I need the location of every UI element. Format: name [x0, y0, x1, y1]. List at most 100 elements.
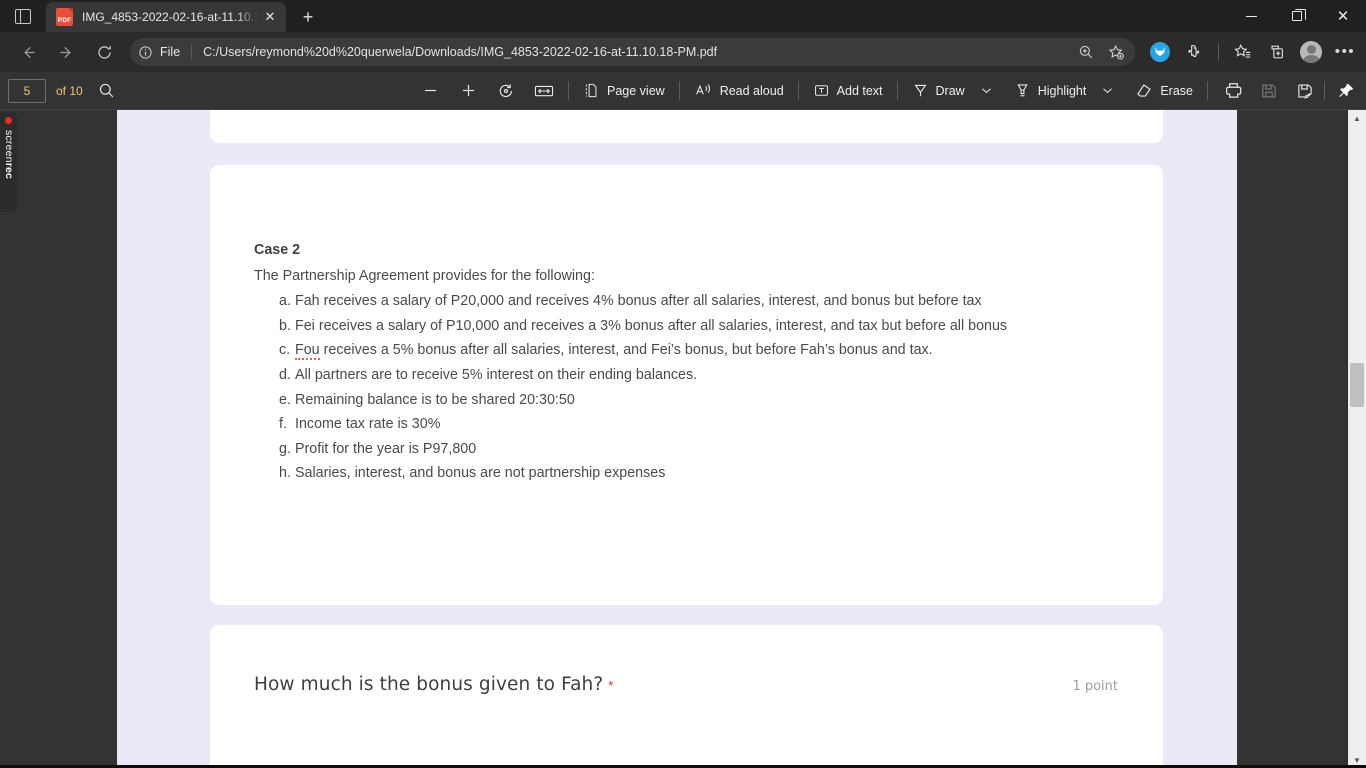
pdf-toolbar: of 10 Page view [0, 72, 1366, 110]
read-aloud-button[interactable]: Read aloud [685, 77, 793, 105]
list-item-marker: e. [279, 391, 291, 408]
highlight-options-chevron[interactable] [1095, 77, 1120, 105]
list-item-marker: d. [279, 366, 291, 383]
scrollbar-thumb[interactable] [1350, 363, 1364, 407]
pdf-page-5: Case 2 The Partnership Agreement provide… [117, 110, 1237, 768]
screenrec-label: screenrec [2, 130, 15, 179]
toolbar-divider [1324, 81, 1325, 100]
restore-icon [1292, 8, 1306, 21]
list-item: f. Income tax rate is 30% [254, 412, 1163, 437]
back-button[interactable] [12, 36, 44, 68]
rotate-button[interactable] [492, 77, 520, 105]
agreement-terms-list: a. Fah receives a salary of P20,000 and … [254, 289, 1163, 486]
restore-window-button[interactable] [1274, 0, 1320, 32]
form-card-case-2: Case 2 The Partnership Agreement provide… [210, 165, 1163, 605]
zoom-magnifier-icon [1079, 45, 1093, 59]
save-as-button[interactable] [1291, 77, 1319, 105]
browser-tab[interactable]: PDF IMG_4853-2022-02-16-at-11.10.18-PM.p… [46, 2, 286, 32]
window-controls: ✕ [1228, 0, 1366, 32]
search-icon [100, 83, 114, 98]
case-title: Case 2 [254, 242, 301, 258]
fit-to-width-button[interactable] [530, 77, 558, 105]
question-row: How much is the bonus given to Fah? * 1 … [210, 625, 1163, 695]
pin-toolbar-button[interactable] [1330, 76, 1362, 106]
zoom-in-icon [462, 84, 474, 97]
list-item-text: Fou receives a 5% bonus after all salari… [295, 338, 933, 363]
save-icon [1262, 83, 1276, 98]
close-tab-icon[interactable]: ✕ [260, 7, 280, 27]
read-aloud-icon [695, 84, 710, 95]
print-button[interactable] [1219, 77, 1247, 105]
case-content: Case 2 The Partnership Agreement provide… [210, 165, 1163, 486]
extensions-puzzle-icon [1188, 45, 1200, 58]
fox-extension-icon [1150, 42, 1170, 62]
vertical-scrollbar[interactable]: ▲ ▼ [1348, 110, 1366, 768]
save-button[interactable] [1255, 77, 1283, 105]
profile-button[interactable] [1296, 37, 1326, 67]
add-favorite-button[interactable] [1101, 39, 1131, 65]
scroll-up-arrow-icon[interactable]: ▲ [1348, 110, 1366, 126]
address-bar[interactable]: File C:/Users/reymond%20d%20querwela/Dow… [130, 38, 1135, 66]
toolbar-divider [568, 81, 570, 100]
favorites-button[interactable] [1228, 37, 1258, 67]
list-item-marker: g. [279, 440, 291, 457]
pdf-search-button[interactable] [93, 77, 121, 105]
list-item: b. Fei receives a salary of P10,000 and … [254, 314, 1163, 339]
page-view-label: Page view [607, 83, 665, 98]
zoom-out-icon [424, 89, 436, 92]
highlight-button[interactable]: Highlight [1005, 77, 1096, 105]
forward-button[interactable] [50, 36, 82, 68]
tab-title: IMG_4853-2022-02-16-at-11.10.18-PM.pdf [82, 10, 258, 24]
erase-label: Erase [1160, 83, 1193, 98]
zoom-in-button[interactable] [454, 77, 482, 105]
forward-arrow-icon [60, 46, 71, 58]
close-window-button[interactable]: ✕ [1320, 0, 1366, 32]
pin-toolbar-icon [1338, 83, 1353, 97]
refresh-button[interactable] [88, 36, 120, 68]
highlight-label: Highlight [1037, 83, 1087, 98]
add-text-label: Add text [836, 83, 883, 98]
list-item-text-rest: receives a 5% bonus after all salaries, … [319, 342, 933, 359]
new-tab-button[interactable]: + [292, 2, 324, 32]
pdf-viewer-area[interactable]: Case 2 The Partnership Agreement provide… [0, 110, 1366, 768]
toolbar-divider [896, 81, 898, 100]
address-bar-actions [1071, 39, 1131, 65]
tab-search-button[interactable] [0, 0, 46, 32]
zoom-indicator-button[interactable] [1071, 39, 1101, 65]
list-item: e. Remaining balance is to be shared 20:… [254, 388, 1163, 413]
fox-extension-button[interactable] [1145, 37, 1175, 67]
browser-settings-button[interactable]: ••• [1330, 37, 1360, 67]
toolbar-divider [678, 81, 680, 100]
question-points-label: 1 point [1072, 679, 1118, 694]
list-item: g. Profit for the year is P97,800 [254, 437, 1163, 462]
list-item: a. Fah receives a salary of P20,000 and … [254, 289, 1163, 314]
chevron-down-icon [1103, 88, 1113, 94]
extensions-button[interactable] [1179, 37, 1209, 67]
back-arrow-icon [23, 46, 34, 58]
zoom-out-button[interactable] [416, 77, 444, 105]
screenrec-recording-widget[interactable]: screenrec [0, 112, 17, 212]
list-item-text: Salaries, interest, and bonus are not pa… [295, 465, 666, 482]
save-as-icon [1298, 83, 1313, 99]
browser-nav-bar: File C:/Users/reymond%20d%20querwela/Dow… [0, 32, 1366, 72]
add-text-icon [814, 85, 828, 96]
draw-button[interactable]: Draw [903, 77, 974, 105]
url-text[interactable]: C:/Users/reymond%20d%20querwela/Download… [203, 45, 1071, 59]
erase-button[interactable]: Erase [1126, 77, 1202, 105]
form-card-question: How much is the bonus given to Fah? * 1 … [210, 625, 1163, 768]
collections-button[interactable] [1262, 37, 1292, 67]
toolbar-divider [1218, 43, 1219, 61]
screenrec-label-light: screen [2, 130, 15, 163]
url-scheme-label: File [160, 45, 181, 59]
draw-options-chevron[interactable] [974, 77, 999, 105]
list-item-text: Income tax rate is 30% [295, 416, 441, 433]
add-text-button[interactable]: Add text [804, 77, 892, 105]
page-number-input[interactable] [8, 78, 46, 103]
address-divider [191, 44, 193, 60]
site-info-button[interactable] [130, 38, 160, 66]
page-view-button[interactable]: Page view [574, 77, 674, 105]
list-item: d. All partners are to receive 5% intere… [254, 363, 1163, 388]
eraser-icon [1137, 83, 1152, 97]
minimize-window-button[interactable] [1228, 0, 1274, 32]
draw-pen-icon [914, 84, 927, 97]
